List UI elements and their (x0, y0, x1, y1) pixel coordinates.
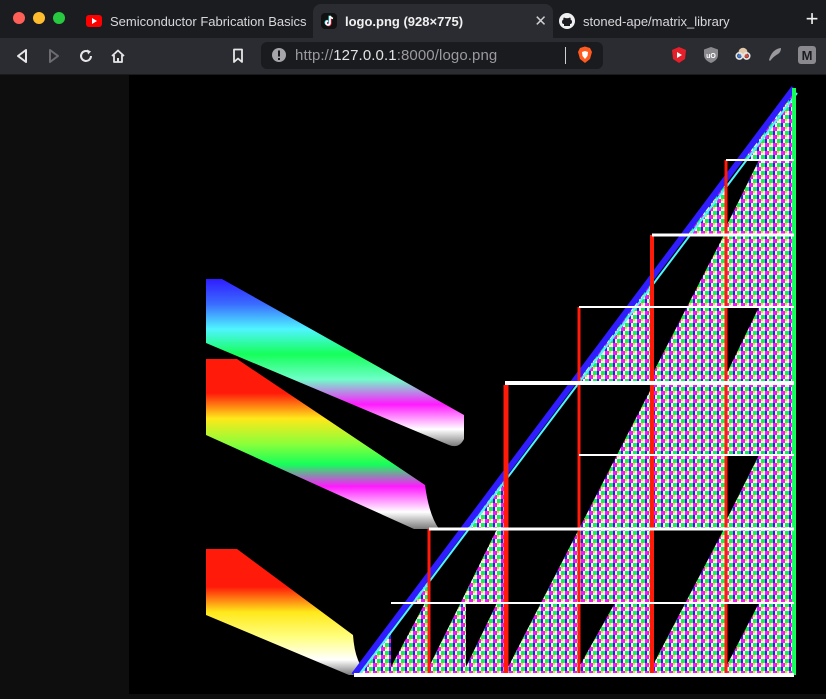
tab-label: stoned-ape/matrix_library (583, 13, 730, 29)
url-host: 127.0.0.1 (333, 47, 397, 64)
tab-logo-png[interactable]: logo.png (928×775) ✕ (313, 4, 553, 38)
glasses-extension[interactable] (734, 46, 752, 64)
bookmark-button[interactable] (228, 46, 248, 66)
home-icon (111, 49, 125, 63)
forward-icon (49, 49, 59, 63)
minimize-window-button[interactable] (33, 12, 45, 24)
brave-shields-icon[interactable] (577, 46, 593, 64)
tab-github[interactable]: stoned-ape/matrix_library (555, 4, 785, 38)
m-icon: M (801, 47, 813, 63)
url-scheme: http:// (295, 47, 334, 64)
url-path: :8000/logo.png (396, 47, 498, 64)
tab-youtube[interactable]: Semiconductor Fabrication Basics - (80, 4, 308, 38)
m-extension[interactable]: M (798, 46, 816, 64)
logo-image (129, 75, 826, 694)
back-icon (17, 49, 27, 63)
feather-icon (769, 48, 781, 61)
tiktok-icon (321, 13, 337, 29)
address-bar[interactable]: http://127.0.0.1:8000/logo.png (261, 42, 603, 69)
not-secure-icon[interactable] (271, 47, 287, 63)
ublock-icon: uO (704, 47, 718, 63)
new-tab-button[interactable]: + (803, 8, 821, 30)
feather-extension[interactable] (766, 46, 784, 64)
youtube-icon (672, 47, 686, 63)
close-tab-icon[interactable]: ✕ (534, 12, 547, 30)
tab-label: logo.png (928×775) (345, 13, 464, 29)
ublock-extension[interactable]: uO (702, 46, 720, 64)
github-icon (559, 13, 575, 29)
sierpinski-logo (206, 86, 798, 677)
url-text[interactable]: http://127.0.0.1:8000/logo.png (295, 47, 497, 64)
reload-button[interactable] (76, 46, 96, 66)
back-button[interactable] (12, 46, 32, 66)
youtube-icon (86, 13, 102, 29)
title-bar: Semiconductor Fabrication Basics - logo.… (0, 0, 826, 38)
sierpinski-triangle (351, 86, 798, 677)
tab-label: Semiconductor Fabrication Basics - (110, 13, 308, 29)
maximize-window-button[interactable] (53, 12, 65, 24)
close-window-button[interactable] (13, 12, 25, 24)
reload-icon (80, 49, 92, 62)
svg-text:uO: uO (706, 53, 716, 60)
text-cursor (565, 47, 566, 64)
home-button[interactable] (108, 46, 128, 66)
youtube-extension[interactable] (670, 46, 688, 64)
page-viewport (0, 75, 826, 694)
forward-button[interactable] (44, 46, 64, 66)
bookmark-icon (233, 48, 243, 63)
glasses-icon (735, 47, 751, 60)
ribbon-band-bottom (206, 549, 369, 675)
